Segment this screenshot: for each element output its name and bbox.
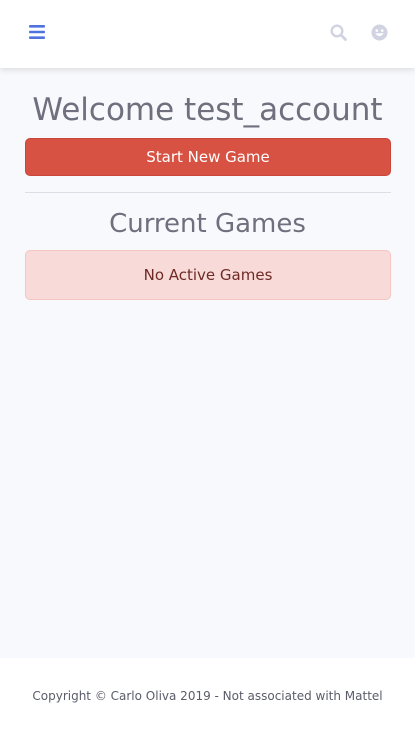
no-active-games-alert: No Active Games (25, 250, 391, 300)
current-games-heading: Current Games (109, 209, 306, 239)
user-menu-button[interactable] (369, 22, 389, 42)
hamburger-icon (29, 25, 45, 39)
no-active-games-text: No Active Games (143, 266, 273, 284)
search-button[interactable] (328, 22, 348, 42)
start-new-game-button[interactable]: Start New Game (25, 138, 391, 176)
welcome-heading: Welcome test_account (32, 92, 383, 128)
sidebar-toggle-button[interactable] (26, 21, 48, 43)
top-navbar (0, 0, 415, 68)
search-icon (329, 23, 347, 41)
section-divider (25, 192, 391, 193)
copyright-text: Copyright © Carlo Oliva 2019 - Not assoc… (32, 688, 383, 703)
main-content: Welcome test_account Start New Game Curr… (0, 68, 415, 658)
footer: Copyright © Carlo Oliva 2019 - Not assoc… (0, 658, 415, 733)
user-face-icon (371, 24, 387, 40)
